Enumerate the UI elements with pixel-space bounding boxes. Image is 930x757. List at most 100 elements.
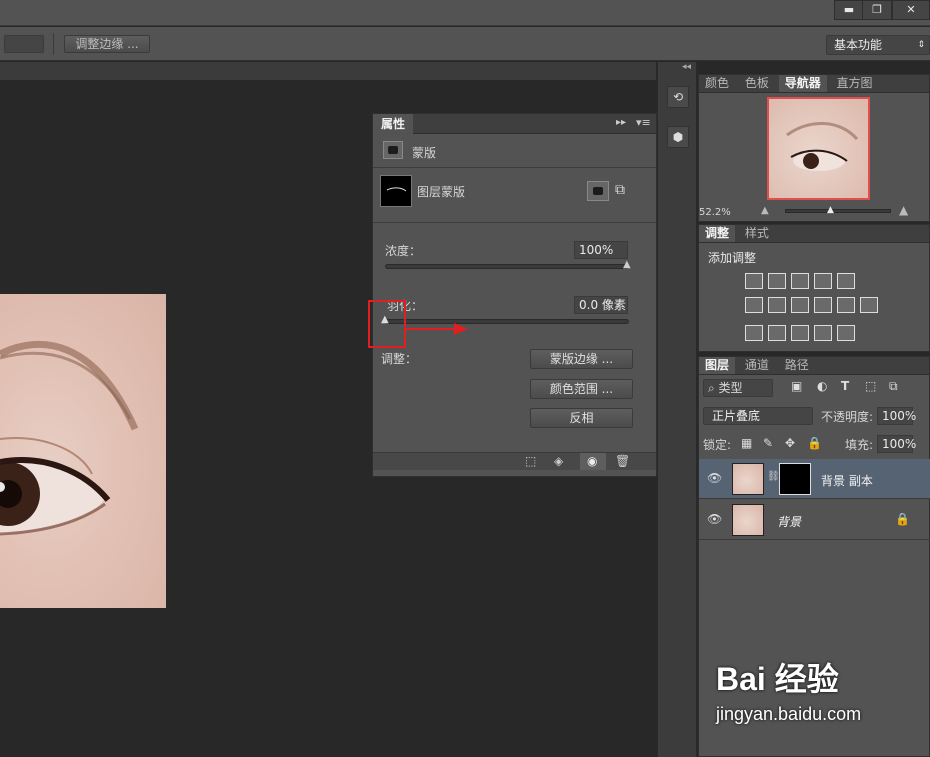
threshold-icon[interactable] bbox=[791, 325, 809, 341]
density-label: 浓度： bbox=[385, 244, 422, 258]
vibrance-icon[interactable] bbox=[837, 273, 855, 289]
navigator-preview[interactable] bbox=[767, 97, 870, 200]
layer-row[interactable]: 👁 ⛓ 背景 副本 bbox=[699, 459, 930, 499]
mask-edge-button[interactable]: 蒙版边缘 ... bbox=[530, 349, 633, 369]
3d-icon[interactable]: ⬢ bbox=[667, 126, 689, 148]
updown-icon: ⇕ bbox=[917, 40, 925, 50]
adjustment-icons bbox=[745, 273, 895, 353]
tab-adjustments[interactable]: 调整 bbox=[699, 225, 736, 242]
divider bbox=[373, 167, 656, 168]
apply-mask-icon[interactable]: ◈ bbox=[554, 454, 563, 468]
hue-saturation-icon[interactable] bbox=[745, 297, 763, 313]
vector-mask-icon[interactable]: ⧉ bbox=[615, 182, 625, 198]
close-button[interactable]: ✕ bbox=[892, 0, 930, 20]
properties-tab-bar: 属性 ▸▸ ▾≡ bbox=[373, 114, 656, 134]
mask-thumbnail[interactable] bbox=[779, 463, 811, 495]
opacity-field[interactable]: 100% bbox=[877, 407, 916, 425]
tab-color[interactable]: 颜色 bbox=[699, 75, 735, 92]
pixel-mask-icon[interactable] bbox=[383, 141, 403, 159]
mask-strokes bbox=[386, 187, 407, 192]
zoom-slider-handle[interactable]: ▲ bbox=[827, 205, 834, 215]
photo-filter-icon[interactable] bbox=[814, 297, 832, 313]
tab-layers[interactable]: 图层 bbox=[699, 357, 736, 374]
filter-smart-object-icon[interactable]: ⧉ bbox=[889, 379, 898, 394]
zoom-slider[interactable] bbox=[785, 209, 891, 213]
zoom-out-icon[interactable]: ▲ bbox=[761, 205, 769, 216]
refine-edge-button[interactable]: 调整边缘 ... bbox=[64, 35, 150, 53]
curves-icon[interactable] bbox=[791, 273, 809, 289]
color-range-button[interactable]: 颜色范围 ... bbox=[530, 379, 633, 399]
tab-properties[interactable]: 属性 bbox=[373, 114, 413, 134]
selective-color-icon[interactable] bbox=[814, 325, 832, 341]
add-adjustment-label: 添加调整 bbox=[708, 251, 757, 265]
eye-photo bbox=[0, 294, 166, 608]
zoom-in-icon[interactable]: ▲ bbox=[899, 203, 908, 217]
invert-button[interactable]: 反相 bbox=[530, 408, 633, 428]
blend-mode-select[interactable]: 正片叠底 bbox=[703, 407, 813, 425]
selection-icon[interactable]: ⬚ bbox=[525, 454, 536, 468]
visibility-toggle[interactable]: ◉ bbox=[580, 453, 606, 470]
layer-row[interactable]: 👁 背景 🔒 bbox=[699, 500, 930, 540]
lock-all-icon[interactable]: 🔒 bbox=[807, 436, 822, 450]
eye-icon[interactable]: 👁 bbox=[707, 512, 722, 526]
filter-adjustment-icon[interactable]: ◐ bbox=[817, 379, 827, 393]
filter-pixel-icon[interactable]: ▣ bbox=[791, 379, 802, 393]
lock-transparent-icon[interactable]: ▦ bbox=[741, 436, 752, 450]
tab-swatches[interactable]: 色板 bbox=[739, 75, 775, 92]
mask-thumbnail bbox=[380, 175, 412, 207]
collapse-icon[interactable]: ▸▸ bbox=[616, 117, 626, 128]
watermark-brand: Bai 经验 bbox=[716, 661, 839, 697]
zoom-value[interactable]: 52.2% bbox=[699, 207, 731, 218]
option-field[interactable] bbox=[4, 35, 44, 53]
brightness-icon[interactable] bbox=[745, 273, 763, 289]
panel-menu-icon[interactable]: ▾≡ bbox=[636, 116, 651, 129]
tab-styles[interactable]: 样式 bbox=[739, 225, 775, 242]
minimize-button[interactable]: ▬ bbox=[834, 0, 864, 20]
gradient-map-icon[interactable] bbox=[837, 325, 855, 341]
restore-button[interactable]: ❐ bbox=[862, 0, 892, 20]
document-tab-strip bbox=[0, 62, 656, 80]
density-slider-handle[interactable]: ▲ bbox=[623, 259, 631, 270]
workspace-select[interactable]: 基本功能 ⇕ bbox=[826, 35, 930, 55]
layer-filter-select[interactable]: ⌕ 类型 bbox=[703, 379, 773, 397]
tab-histogram[interactable]: 直方图 bbox=[831, 75, 879, 92]
color-lookup-icon[interactable] bbox=[860, 297, 878, 313]
tab-channels[interactable]: 通道 bbox=[739, 357, 775, 374]
posterize-icon[interactable] bbox=[768, 325, 786, 341]
filter-type-icon[interactable]: T bbox=[841, 379, 849, 393]
channel-mixer-icon[interactable] bbox=[837, 297, 855, 313]
fill-label: 填充: bbox=[845, 438, 874, 452]
toolbar-divider bbox=[53, 33, 54, 55]
filter-shape-icon[interactable]: ⬚ bbox=[865, 379, 876, 393]
color-balance-icon[interactable] bbox=[768, 297, 786, 313]
tab-navigator[interactable]: 导航器 bbox=[778, 75, 827, 92]
density-field[interactable]: 100% bbox=[574, 241, 628, 259]
layer-name: 背景 副本 bbox=[821, 474, 873, 488]
dock-icon-strip: ◂◂ ⟲ ⬢ bbox=[657, 62, 697, 757]
mask-select-icon[interactable] bbox=[587, 181, 609, 201]
layer-thumbnail bbox=[732, 463, 764, 495]
eye-icon: ◉ bbox=[587, 454, 598, 468]
lock-move-icon[interactable]: ✥ bbox=[785, 436, 795, 450]
fill-field[interactable]: 100% bbox=[877, 435, 916, 453]
eye-icon[interactable]: 👁 bbox=[707, 471, 722, 485]
highlight-box bbox=[368, 300, 406, 348]
invert-icon[interactable] bbox=[745, 325, 763, 341]
history-icon[interactable]: ⟲ bbox=[667, 86, 689, 108]
lock-label: 锁定: bbox=[703, 438, 732, 452]
navigator-thumbnail bbox=[786, 122, 859, 171]
exposure-icon[interactable] bbox=[814, 273, 832, 289]
watermark: Bai 经验 jingyan.baidu.com bbox=[716, 654, 930, 744]
workspace-label: 基本功能 bbox=[834, 38, 883, 52]
density-slider[interactable] bbox=[385, 264, 629, 269]
opacity-label: 不透明度: bbox=[821, 410, 874, 424]
tab-paths[interactable]: 路径 bbox=[779, 357, 815, 374]
feather-field[interactable]: 0.0 像素 bbox=[574, 296, 628, 314]
blend-mode-label: 正片叠底 bbox=[712, 409, 761, 423]
trash-icon[interactable]: 🗑 bbox=[615, 454, 630, 468]
levels-icon[interactable] bbox=[768, 273, 786, 289]
search-icon: ⌕ bbox=[708, 381, 719, 395]
lock-brush-icon[interactable]: ✎ bbox=[763, 436, 773, 450]
black-white-icon[interactable] bbox=[791, 297, 809, 313]
collapse-icon[interactable]: ◂◂ bbox=[682, 62, 691, 72]
